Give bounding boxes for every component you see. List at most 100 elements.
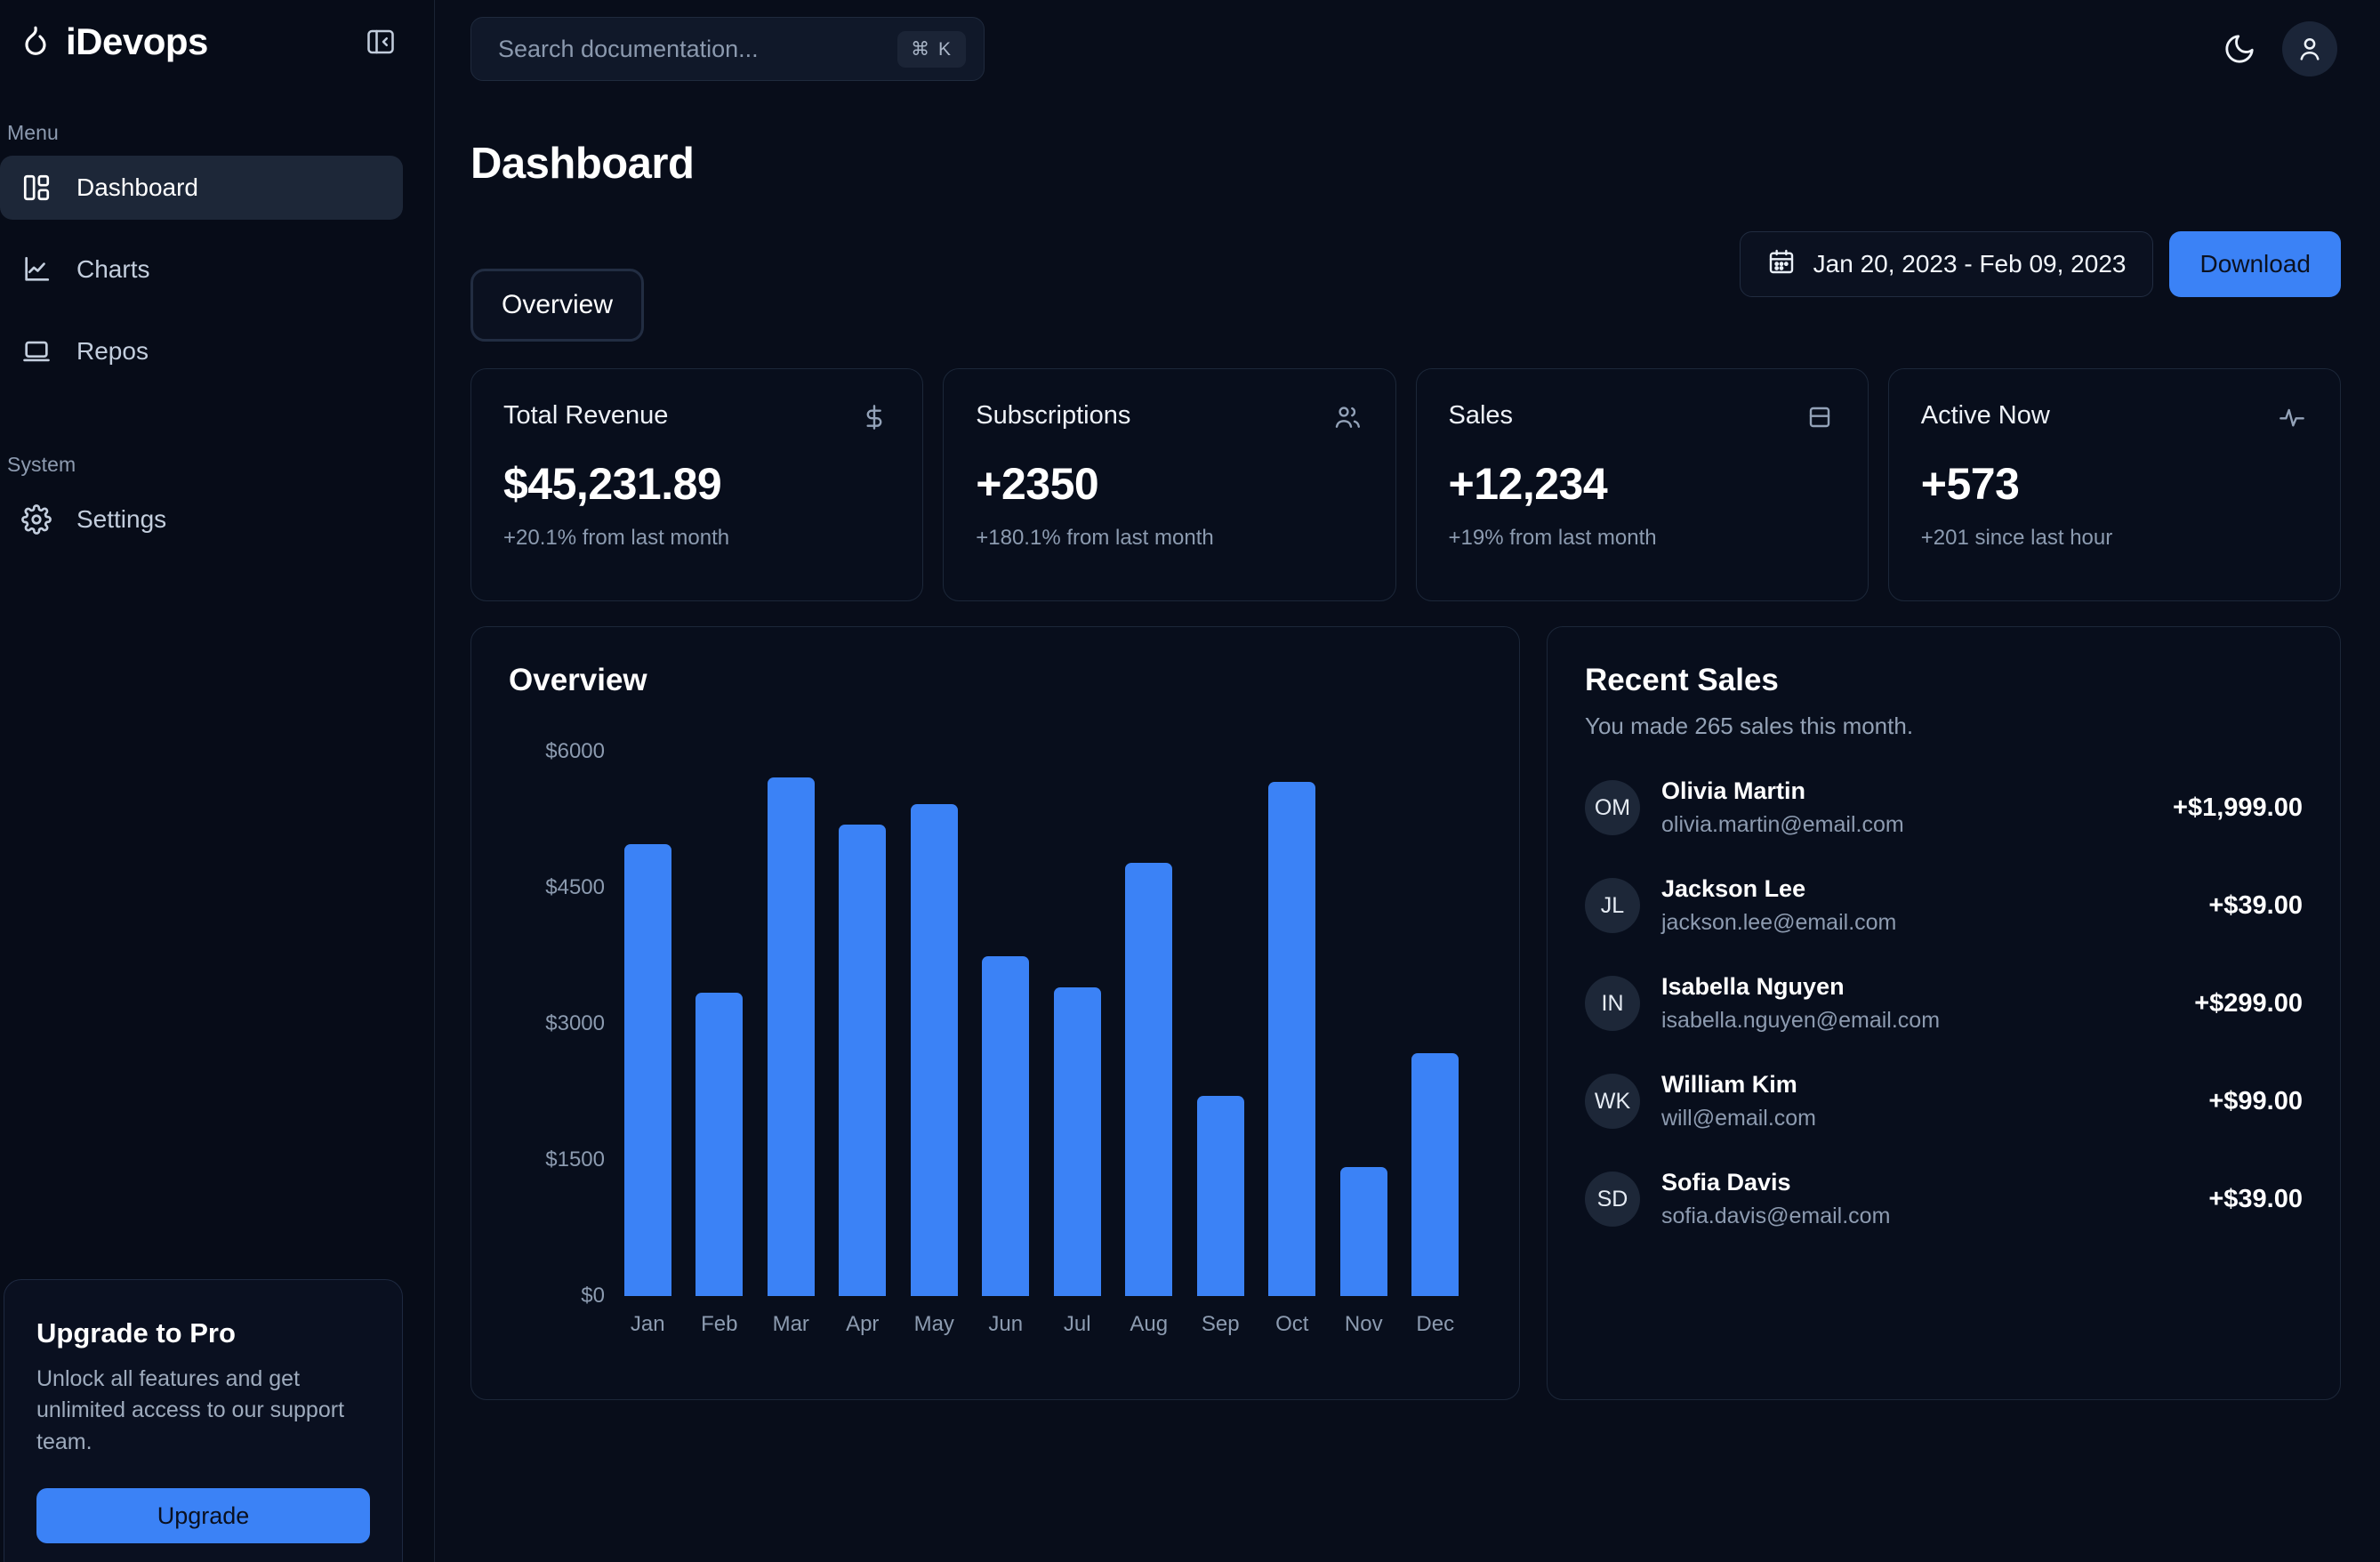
stat-title: Total Revenue <box>503 401 669 430</box>
flame-icon <box>18 22 53 61</box>
bar-column[interactable] <box>1328 752 1400 1296</box>
search-input[interactable] <box>498 35 898 63</box>
list-item[interactable]: WK William Kim will@email.com +$99.00 <box>1585 1071 2303 1131</box>
bar[interactable] <box>1125 862 1173 1296</box>
sale-customer-email: olivia.martin@email.com <box>1661 812 1904 837</box>
y-axis-labels: $0 $1500 $3000 $4500 $6000 <box>509 739 605 1308</box>
sidebar-header: iDevops <box>0 0 434 62</box>
stat-card-total-revenue: Total Revenue $45,231.89 +20.1% from las… <box>470 368 924 601</box>
bar[interactable] <box>696 993 744 1296</box>
sale-customer-name: Sofia Davis <box>1661 1169 1791 1196</box>
page-title: Dashboard <box>470 140 695 188</box>
x-axis-tick-label: Oct <box>1275 1312 1309 1336</box>
list-item[interactable]: OM Olivia Martin olivia.martin@email.com +$… <box>1585 777 2303 838</box>
brand[interactable]: iDevops <box>18 20 208 63</box>
x-axis-labels: Jan Feb Mar Apr May Jun Jul Aug Sep Oct Nov Dec <box>612 1312 1471 1337</box>
sidebar-item-repos[interactable]: Repos <box>0 319 403 383</box>
upgrade-button[interactable]: Upgrade <box>36 1488 370 1543</box>
x-axis-tick-label: Apr <box>846 1312 880 1336</box>
stat-card-header: Sales <box>1449 401 1836 433</box>
sidebar-item-settings[interactable]: Settings <box>0 487 403 552</box>
panel-collapse-icon[interactable] <box>361 22 400 61</box>
bar-column[interactable] <box>1400 752 1472 1296</box>
x-axis-tick-label: Jul <box>1063 1312 1091 1336</box>
bar[interactable] <box>1053 986 1101 1296</box>
stat-value: $45,231.89 <box>503 459 722 509</box>
sale-customer-email: will@email.com <box>1661 1106 1817 1131</box>
sale-amount: +$299.00 <box>2194 988 2303 1018</box>
bar[interactable] <box>839 824 887 1296</box>
stat-card-active-now: Active Now +573 +201 since last hour <box>1887 368 2341 601</box>
sale-info: Sofia Davis sofia.davis@email.com <box>1661 1169 2208 1229</box>
bar[interactable] <box>1339 1167 1387 1296</box>
y-axis-tick-label: $0 <box>581 1284 605 1308</box>
bar-column[interactable] <box>1185 752 1257 1296</box>
sidebar-item-dashboard[interactable]: Dashboard <box>0 156 403 220</box>
upgrade-description: Unlock all features and get unlimited ac… <box>36 1365 345 1454</box>
bar[interactable] <box>1196 1095 1244 1296</box>
sidebar-section-system-label: System <box>7 453 76 476</box>
stat-subtext: +20.1% from last month <box>503 526 730 550</box>
search-box[interactable]: ⌘ K <box>470 17 985 81</box>
bar[interactable] <box>623 843 671 1296</box>
y-axis-tick-label: $4500 <box>545 875 605 899</box>
gear-icon <box>20 503 53 536</box>
date-range-picker[interactable]: Jan 20, 2023 - Feb 09, 2023 <box>1739 231 2154 297</box>
list-item[interactable]: IN Isabella Nguyen isabella.nguyen@email.c… <box>1585 973 2303 1034</box>
calendar-icon <box>1767 247 1796 282</box>
credit-card-icon <box>1804 401 1836 433</box>
sale-customer-name: William Kim <box>1661 1071 1797 1098</box>
bar[interactable] <box>767 777 815 1296</box>
bar[interactable] <box>910 804 958 1296</box>
sale-customer-name: Olivia Martin <box>1661 777 1806 804</box>
stat-card-row: Total Revenue $45,231.89 +20.1% from las… <box>435 342 2380 601</box>
avatar: JL <box>1585 878 1640 933</box>
stat-value: +12,234 <box>1448 459 1608 509</box>
sale-customer-name: Isabella Nguyen <box>1661 973 1845 1000</box>
search-shortcut-badge: ⌘ K <box>897 30 966 68</box>
stat-card-sales: Sales +12,234 +19% from last month <box>1415 368 1869 601</box>
layout-dashboard-icon <box>20 171 53 205</box>
list-item[interactable]: SD Sofia Davis sofia.davis@email.com +$39.0… <box>1585 1169 2303 1229</box>
bar-column[interactable] <box>755 752 827 1296</box>
download-button[interactable]: Download <box>2169 231 2341 297</box>
list-item[interactable]: JL Jackson Lee jackson.lee@email.com +$39.0… <box>1585 875 2303 936</box>
y-axis-tick-label: $1500 <box>545 1147 605 1172</box>
main-content: ⌘ K Dashboard <box>435 0 2380 1562</box>
bar[interactable] <box>982 955 1030 1296</box>
app-root: iDevops Menu Dashboard Charts Repos Syst… <box>0 0 2380 1562</box>
bar-column[interactable] <box>1114 752 1186 1296</box>
avatar: SD <box>1585 1172 1640 1227</box>
sidebar-item-label: Dashboard <box>76 173 198 201</box>
sale-amount: +$39.00 <box>2208 1184 2303 1213</box>
sidebar-item-label: Settings <box>76 505 167 533</box>
line-chart-icon <box>20 253 53 286</box>
sale-customer-email: isabella.nguyen@email.com <box>1661 1008 1941 1033</box>
overview-chart-title: Overview <box>509 663 647 697</box>
overview-chart-card: Overview $0 $1500 $3000 $4500 $6000 Jan Feb Ma… <box>470 626 1520 1400</box>
bar-column[interactable] <box>898 752 970 1296</box>
laptop-icon <box>20 334 53 368</box>
bar-column[interactable] <box>970 752 1042 1296</box>
moon-icon[interactable] <box>2215 24 2264 74</box>
bar-series <box>612 752 1471 1296</box>
recent-sales-card: Recent Sales You made 265 sales this mon… <box>1547 626 2341 1400</box>
bar-column[interactable] <box>1041 752 1114 1296</box>
bar-column[interactable] <box>612 752 684 1296</box>
bar[interactable] <box>1411 1052 1459 1296</box>
date-range-text: Jan 20, 2023 - Feb 09, 2023 <box>1813 250 2127 278</box>
sale-info: Olivia Martin olivia.martin@email.com <box>1661 777 2173 838</box>
tab-overview[interactable]: Overview <box>470 269 645 342</box>
bar-column[interactable] <box>684 752 756 1296</box>
sidebar-section-menu-label: Menu <box>7 121 59 144</box>
bar[interactable] <box>1268 782 1316 1296</box>
upgrade-title: Upgrade to Pro <box>36 1316 236 1349</box>
bar-column[interactable] <box>1257 752 1329 1296</box>
sale-amount: +$39.00 <box>2208 890 2303 920</box>
sale-amount: +$99.00 <box>2208 1086 2303 1115</box>
avatar[interactable] <box>2282 21 2337 76</box>
stat-value: +573 <box>1920 459 2020 509</box>
x-axis-tick-label: Mar <box>772 1312 809 1336</box>
sidebar-item-charts[interactable]: Charts <box>0 238 403 302</box>
bar-column[interactable] <box>827 752 899 1296</box>
